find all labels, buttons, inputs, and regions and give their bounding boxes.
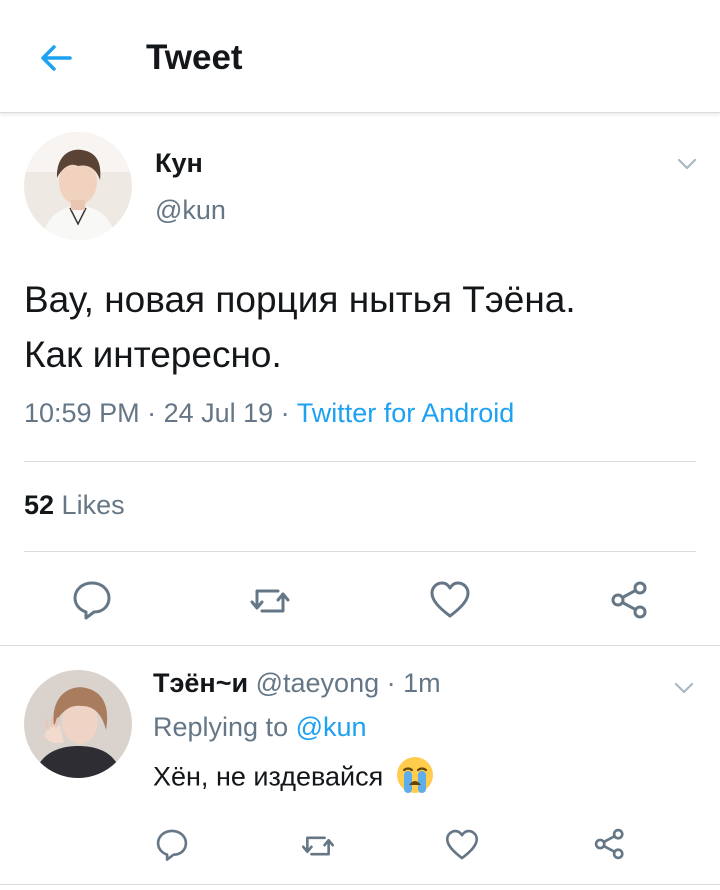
heart-icon [430, 581, 470, 618]
tweet-text-line: Как интересно. [24, 334, 282, 375]
meta-separator: · [139, 398, 164, 428]
likes-label: Likes [54, 490, 125, 520]
tweet-time: 10:59 PM [24, 398, 140, 428]
divider [0, 645, 720, 646]
tweet-text-line: Вау, новая порция нытья Тэёна. [24, 279, 576, 320]
reply-author-handle[interactable]: @taeyong [256, 668, 380, 698]
arrow-left-icon [41, 45, 72, 71]
replying-to-label: Replying to [153, 712, 296, 742]
like-button[interactable] [444, 827, 480, 863]
retweet-icon [301, 836, 335, 856]
mention-link[interactable]: @kun [296, 712, 367, 742]
page-title: Tweet [146, 38, 243, 77]
reply-button[interactable] [70, 577, 114, 621]
like-button[interactable] [428, 578, 472, 622]
heart-icon [445, 829, 479, 860]
share-button[interactable] [608, 578, 652, 622]
chevron-down-icon [677, 158, 697, 170]
reply-text: Хён, не издевайся [153, 755, 435, 802]
back-button[interactable] [34, 36, 78, 80]
reply-author-name[interactable]: Тэён~и [153, 668, 248, 698]
divider [24, 461, 696, 462]
meta-separator: · [379, 668, 404, 698]
likes-stat[interactable]: 52 Likes [24, 490, 125, 521]
divider [24, 551, 696, 552]
tweet-text: Вау, новая порция нытья Тэёна. Как интер… [24, 272, 704, 382]
retweet-button[interactable] [300, 828, 336, 864]
author-handle[interactable]: @kun [155, 195, 226, 226]
retweet-icon [250, 589, 290, 613]
tweet-source-link[interactable]: Twitter for Android [297, 398, 515, 428]
reply-age: 1m [403, 668, 441, 698]
tweet-options-button[interactable] [675, 152, 699, 176]
reply-header: Тэён~и @taeyong · 1m [153, 668, 441, 699]
reply-icon [156, 829, 188, 861]
reply-text-content: Хён, не издевайся [153, 761, 384, 792]
reply-options-button[interactable] [672, 676, 696, 700]
share-icon [611, 581, 647, 619]
avatar[interactable] [24, 670, 132, 778]
reply-button[interactable] [154, 826, 190, 862]
avatar[interactable] [24, 132, 132, 240]
loudly-crying-face-icon [395, 755, 435, 802]
tweet-meta: 10:59 PM · 24 Jul 19 · Twitter for Andro… [24, 398, 514, 429]
author-name[interactable]: Кун [155, 148, 203, 179]
retweet-button[interactable] [248, 579, 292, 623]
replying-to: Replying to @kun [153, 712, 367, 743]
likes-count: 52 [24, 490, 55, 520]
meta-separator: · [273, 398, 297, 428]
chevron-down-icon [674, 682, 694, 694]
divider [0, 884, 720, 885]
tweet-date: 24 Jul 19 [163, 398, 274, 428]
reply-icon [73, 581, 111, 620]
top-app-bar: Tweet [0, 0, 720, 113]
share-button[interactable] [592, 826, 628, 862]
share-icon [594, 828, 624, 860]
